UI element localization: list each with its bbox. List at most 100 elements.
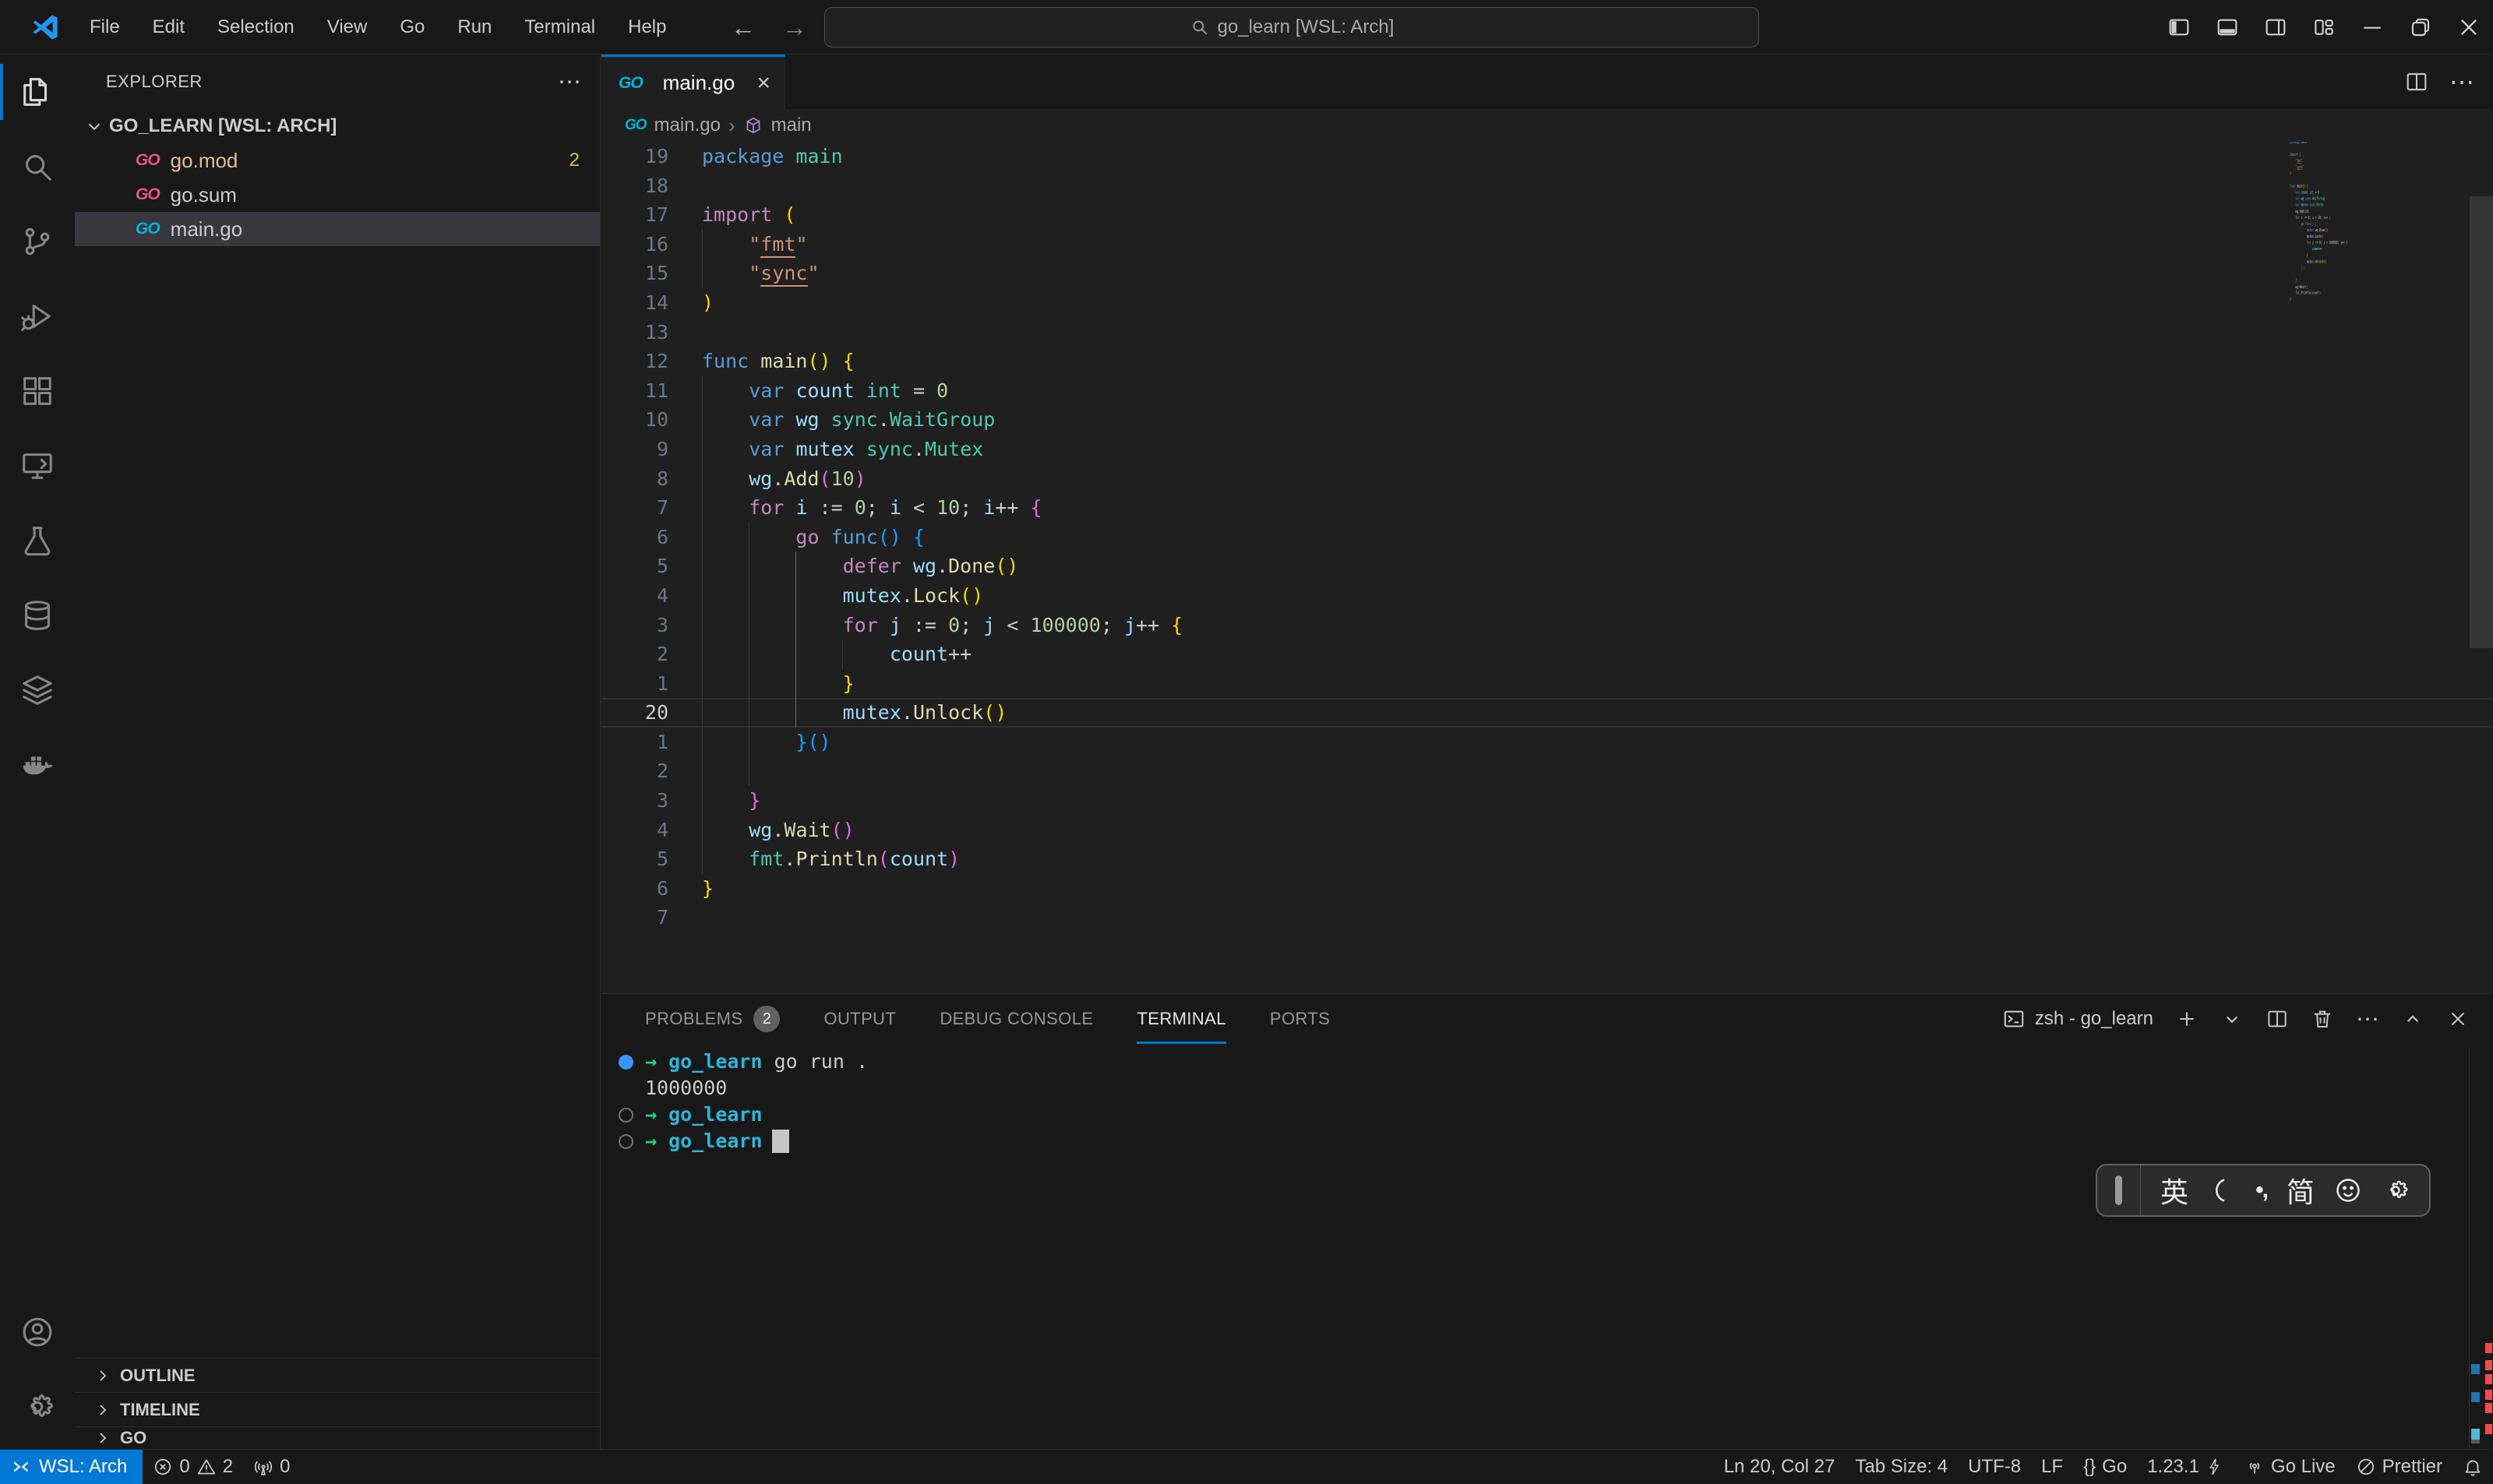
source-control-icon[interactable] [0,204,75,279]
code-line[interactable]: 15 "sync" [601,259,2493,288]
code-line[interactable]: 2 [601,756,2493,786]
accounts-icon[interactable] [0,1295,75,1369]
prettier-status[interactable]: Prettier [2346,1450,2452,1484]
eol-sequence[interactable]: LF [2031,1450,2073,1484]
code-line[interactable]: 13 [601,318,2493,347]
code-line[interactable]: 19package main [601,142,2493,171]
code-line[interactable]: 12func main() { [601,347,2493,376]
indentation[interactable]: Tab Size: 4 [1845,1450,1958,1484]
code-line[interactable]: 4 mutex.Lock() [601,581,2493,611]
go-version[interactable]: 1.23.1 [2137,1450,2234,1484]
panel-tab-debug-console[interactable]: DEBUG CONSOLE [940,994,1093,1044]
english-mode-icon[interactable]: 英 [2160,1170,2188,1211]
explorer-more-actions-icon[interactable]: ⋯ [558,69,581,96]
split-editor-icon[interactable] [2404,69,2429,94]
code-line[interactable]: 6 go func() { [601,523,2493,552]
terminal-instance[interactable]: zsh - go_learn [2002,1007,2153,1031]
menu-file[interactable]: File [73,0,136,55]
panel-more-actions-icon[interactable]: ⋯ [2356,1006,2379,1033]
terminal[interactable]: → go_learn go run .1000000→ go_learn→ go… [601,1049,2465,1449]
section-timeline[interactable]: TIMELINE [75,1392,600,1426]
code-line[interactable]: 7 [601,903,2493,932]
code-line[interactable]: 17import ( [601,200,2493,230]
code-line[interactable]: 3 } [601,786,2493,816]
editor-more-actions-icon[interactable]: ⋯ [2449,67,2474,97]
run-and-debug-icon[interactable] [0,279,75,354]
code-line[interactable]: 5 defer wg.Done() [601,552,2493,581]
menu-run[interactable]: Run [441,0,508,55]
remote-explorer-icon[interactable] [0,428,75,503]
maximize-panel-icon[interactable] [2401,1007,2424,1031]
search-icon[interactable] [0,129,75,204]
extensions-icon[interactable] [0,354,75,428]
toggle-panel-icon[interactable] [2203,0,2251,55]
notifications-bell-icon[interactable] [2452,1450,2493,1484]
close-panel-icon[interactable] [2446,1007,2470,1031]
restore-icon[interactable] [2396,0,2445,55]
code-line[interactable]: 18 [601,171,2493,201]
command-center-search[interactable]: go_learn [WSL: Arch] [824,7,1759,48]
encoding[interactable]: UTF-8 [1958,1450,2031,1484]
editor-scrollbar[interactable] [2470,196,2493,648]
toggle-secondary-sidebar-icon[interactable] [2251,0,2300,55]
docker-icon[interactable] [0,728,75,802]
explorer-icon[interactable] [0,55,75,129]
menu-go[interactable]: Go [383,0,441,55]
section-outline[interactable]: OUTLINE [75,1358,600,1392]
code-line[interactable]: 10 var wg sync.WaitGroup [601,405,2493,435]
ime-handle[interactable] [2097,1165,2141,1215]
language-mode[interactable]: {}Go [2073,1450,2137,1484]
code-line[interactable]: 6} [601,874,2493,904]
settings-icon[interactable] [2382,1176,2410,1204]
code-line[interactable]: 8 wg.Add(10) [601,464,2493,494]
code-line[interactable]: 1 } [601,669,2493,699]
code-line[interactable]: 4 wg.Wait() [601,816,2493,845]
scrollbar-slider[interactable] [2471,1429,2480,1440]
half-moon-icon[interactable] [2208,1176,2236,1204]
go-live-button[interactable]: Go Live [2234,1450,2346,1484]
code-line[interactable]: 2 count++ [601,640,2493,669]
panel-tab-terminal[interactable]: TERMINAL [1137,994,1225,1044]
settings-icon[interactable] [0,1369,75,1444]
launch-profile-chevron-icon[interactable] [2220,1007,2244,1031]
close-tab-icon[interactable]: × [756,70,770,97]
current-code-line[interactable]: 20 mutex.Unlock() [601,698,2493,728]
code-line[interactable]: 5 fmt.Println(count) [601,844,2493,874]
code-line[interactable]: 14) [601,288,2493,318]
breadcrumb-symbol[interactable]: main [771,115,812,136]
emoji-icon[interactable] [2334,1176,2362,1204]
forwarded-ports-status[interactable]: 0 [243,1450,300,1484]
section-go[interactable]: GO [75,1426,600,1449]
testing-icon[interactable] [0,503,75,578]
code-editor[interactable]: 19package main1817import (16 "fmt"15 "sy… [601,142,2493,1048]
problems-status[interactable]: 0 2 [143,1450,243,1484]
database-icon[interactable] [0,578,75,653]
close-window-icon[interactable] [2445,0,2493,55]
layers-icon[interactable] [0,653,75,728]
ime-toolbar[interactable]: 英 •, 简 [2096,1164,2431,1217]
minimize-icon[interactable] [2348,0,2396,55]
remote-indicator[interactable]: WSL: Arch [0,1450,143,1484]
file-row-main-go[interactable]: GOmain.go [75,212,600,246]
punctuation-icon[interactable]: •, [2255,1177,2267,1204]
toggle-primary-sidebar-icon[interactable] [2155,0,2203,55]
code-line[interactable]: 9 var mutex sync.Mutex [601,435,2493,464]
file-row-go-mod[interactable]: GOgo.mod2 [75,143,600,178]
code-line[interactable]: 1 }() [601,728,2493,757]
forward-arrow-icon[interactable]: → [782,13,807,42]
tab-main-go[interactable]: GO main.go × [601,55,785,109]
panel-tab-output[interactable]: OUTPUT [823,994,896,1044]
cursor-position[interactable]: Ln 20, Col 27 [1714,1450,1846,1484]
back-arrow-icon[interactable]: ← [731,13,756,42]
menu-selection[interactable]: Selection [201,0,311,55]
minimap[interactable]: package mainimport ( "fmt" "sync")func m… [2286,142,2473,466]
customize-layout-icon[interactable] [2300,0,2348,55]
breadcrumb-file[interactable]: main.go [654,115,721,136]
code-line[interactable]: 7 for i := 0; i < 10; i++ { [601,493,2493,523]
new-terminal-icon[interactable] [2175,1007,2199,1031]
kill-terminal-icon[interactable] [2311,1007,2334,1031]
workspace-root-folder[interactable]: GO_LEARN [WSL: ARCH] [75,109,600,143]
menu-terminal[interactable]: Terminal [508,0,612,55]
code-line[interactable]: 3 for j := 0; j < 100000; j++ { [601,611,2493,640]
code-line[interactable]: 16 "fmt" [601,230,2493,259]
